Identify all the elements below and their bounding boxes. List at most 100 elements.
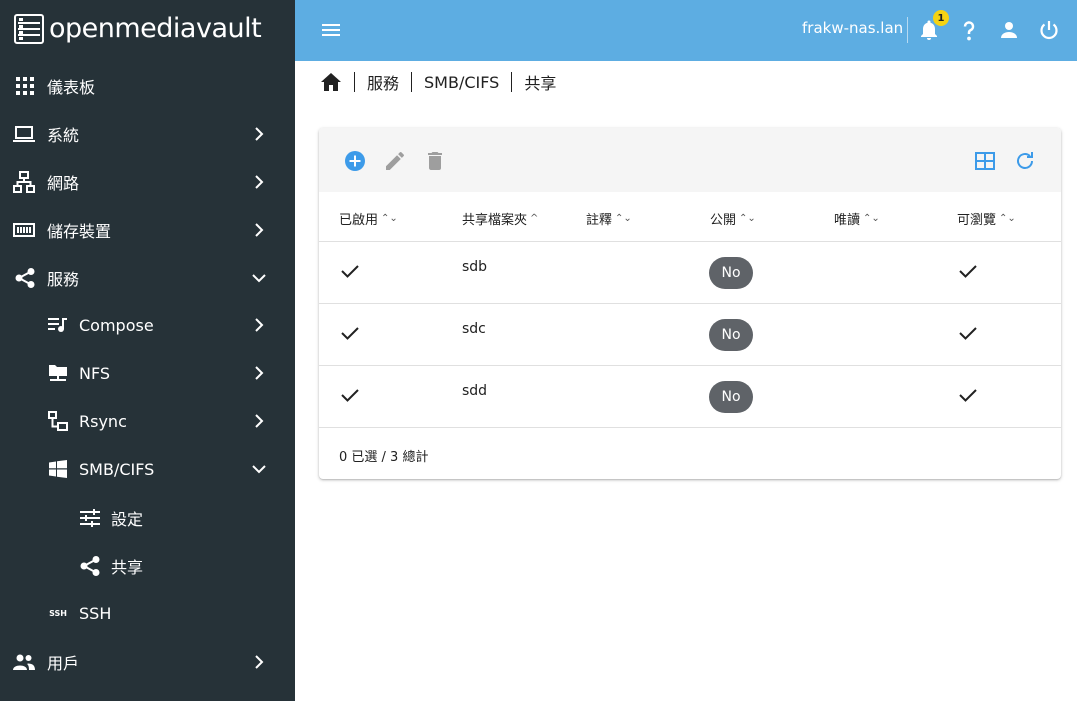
column-header-public[interactable]: 公開 ⌃⌄ — [710, 209, 756, 228]
sidebar-item-services[interactable]: 服務 — [0, 254, 295, 302]
folder-network-icon — [47, 362, 69, 384]
dashboard-grid-icon — [14, 75, 36, 97]
sidebar-item-label: 設定 — [111, 510, 144, 529]
network-icon — [13, 171, 35, 193]
app-name: openmediavault — [49, 13, 262, 44]
public-chip: No — [709, 257, 753, 289]
chevron-right-icon — [255, 655, 264, 669]
sidebar-item-dashboard[interactable]: 儀表板 — [0, 62, 295, 110]
sort-icon: ⌃⌄ — [739, 213, 756, 224]
storage-icon — [13, 219, 35, 241]
column-header-browseable[interactable]: 可瀏覽 ⌃⌄ — [957, 209, 1016, 228]
sidebar-item-label: NFS — [79, 363, 111, 383]
sort-icon: ⌃⌄ — [381, 213, 398, 224]
sidebar-item-label: 儲存裝置 — [47, 222, 112, 241]
breadcrumb-separator — [511, 72, 513, 92]
check-icon — [341, 327, 359, 340]
sidebar-item-rsync[interactable]: Rsync — [0, 397, 295, 445]
chevron-right-icon — [255, 223, 264, 237]
column-header-enabled[interactable]: 已啟用 ⌃⌄ — [339, 209, 398, 228]
sidebar-item-label: Compose — [79, 315, 154, 335]
power-icon[interactable] — [1037, 18, 1061, 42]
sidebar-item-system[interactable]: 系統 — [0, 110, 295, 158]
sidebar-item-label: 服務 — [47, 270, 80, 289]
table-row[interactable]: sdc No — [319, 304, 1061, 366]
chevron-right-icon — [255, 318, 264, 332]
sidebar-item-label: 網路 — [47, 174, 80, 193]
table-row[interactable]: sdd No — [319, 366, 1061, 428]
lan-icon — [47, 410, 69, 432]
chevron-right-icon — [255, 366, 264, 380]
home-icon[interactable] — [320, 72, 342, 92]
windows-icon — [47, 458, 69, 480]
check-icon — [341, 265, 359, 278]
sidebar-item-smb-cifs[interactable]: SMB/CIFS — [0, 445, 295, 493]
ssh-icon: SSH — [49, 608, 67, 618]
chevron-right-icon — [255, 127, 264, 141]
breadcrumb: 服務 SMB/CIFS 共享 — [320, 70, 556, 94]
sidebar-item-smb-settings[interactable]: 設定 — [0, 494, 295, 542]
refresh-icon[interactable] — [1013, 149, 1037, 173]
sort-icon: ⌃⌄ — [999, 213, 1016, 224]
selection-summary: 0 已選 / 3 總計 — [339, 450, 429, 465]
public-chip: No — [709, 319, 753, 351]
sidebar-item-label: 系統 — [47, 126, 80, 145]
hostname: frakw-nas.lan — [802, 19, 904, 37]
chevron-right-icon — [255, 175, 264, 189]
check-icon — [341, 389, 359, 402]
playlist-music-icon — [47, 314, 69, 336]
laptop-icon — [13, 123, 35, 145]
account-icon[interactable] — [997, 18, 1021, 42]
menu-icon[interactable] — [321, 20, 341, 40]
chevron-down-icon — [252, 465, 266, 474]
help-icon[interactable] — [957, 18, 981, 42]
breadcrumb-separator — [354, 72, 355, 92]
shares-table-card: 已啟用 ⌃⌄ 共享檔案夾 ^ 註釋 ⌃⌄ 公開 ⌃⌄ 唯讀 ⌃⌄ 可瀏覽 ⌃⌄ sdb No… — [319, 128, 1061, 479]
breadcrumb-shares: 共享 — [524, 74, 557, 93]
table-row[interactable]: sdb No — [319, 242, 1061, 304]
tune-icon — [79, 507, 101, 529]
column-header-readonly[interactable]: 唯讀 ⌃⌄ — [834, 209, 880, 228]
cell-shared-folder: sdc — [462, 321, 486, 337]
breadcrumb-smb-cifs[interactable]: SMB/CIFS — [424, 73, 499, 92]
sidebar: openmediavault 儀表板 系統 網路 儲存裝置 服務 Compose… — [0, 0, 295, 701]
sidebar-item-network[interactable]: 網路 — [0, 158, 295, 206]
breadcrumb-services[interactable]: 服務 — [367, 70, 399, 94]
table-header: 已啟用 ⌃⌄ 共享檔案夾 ^ 註釋 ⌃⌄ 公開 ⌃⌄ 唯讀 ⌃⌄ 可瀏覽 ⌃⌄ — [319, 192, 1061, 242]
server-icon — [14, 13, 44, 44]
table-columns-icon[interactable] — [973, 149, 997, 173]
sidebar-item-label: SSH — [79, 603, 112, 623]
chevron-right-icon — [255, 414, 264, 428]
edit-icon[interactable] — [383, 149, 407, 173]
sidebar-item-label: Rsync — [79, 411, 127, 431]
sidebar-item-nfs[interactable]: NFS — [0, 349, 295, 397]
sidebar-item-label: SMB/CIFS — [79, 459, 155, 479]
sidebar-item-smb-shares[interactable]: 共享 — [0, 542, 295, 590]
cell-shared-folder: sdb — [462, 259, 488, 275]
sort-asc-icon: ^ — [530, 213, 539, 224]
users-icon — [13, 651, 35, 673]
sidebar-item-storage[interactable]: 儲存裝置 — [0, 206, 295, 254]
public-chip: No — [709, 381, 753, 413]
column-header-comment[interactable]: 註釋 ⌃⌄ — [586, 209, 632, 228]
app-logo[interactable]: openmediavault — [14, 13, 262, 44]
table-toolbar — [319, 128, 1061, 192]
notification-badge: 1 — [933, 10, 949, 26]
check-icon — [959, 389, 977, 402]
divider — [907, 17, 908, 43]
sort-icon: ⌃⌄ — [615, 213, 632, 224]
column-header-shared-folder[interactable]: 共享檔案夾 ^ — [462, 209, 538, 228]
add-icon[interactable] — [343, 149, 367, 173]
sidebar-item-compose[interactable]: Compose — [0, 301, 295, 349]
share-icon — [14, 267, 36, 289]
delete-icon[interactable] — [423, 149, 447, 173]
check-icon — [959, 265, 977, 278]
sidebar-item-users[interactable]: 用戶 — [0, 638, 295, 686]
sort-icon: ⌃⌄ — [863, 213, 880, 224]
share-icon — [79, 555, 101, 577]
breadcrumb-separator — [411, 72, 413, 92]
sidebar-item-ssh[interactable]: SSH SSH — [0, 589, 295, 637]
cell-shared-folder: sdd — [462, 383, 488, 399]
check-icon — [959, 327, 977, 340]
top-bar: frakw-nas.lan 1 — [295, 0, 1077, 61]
